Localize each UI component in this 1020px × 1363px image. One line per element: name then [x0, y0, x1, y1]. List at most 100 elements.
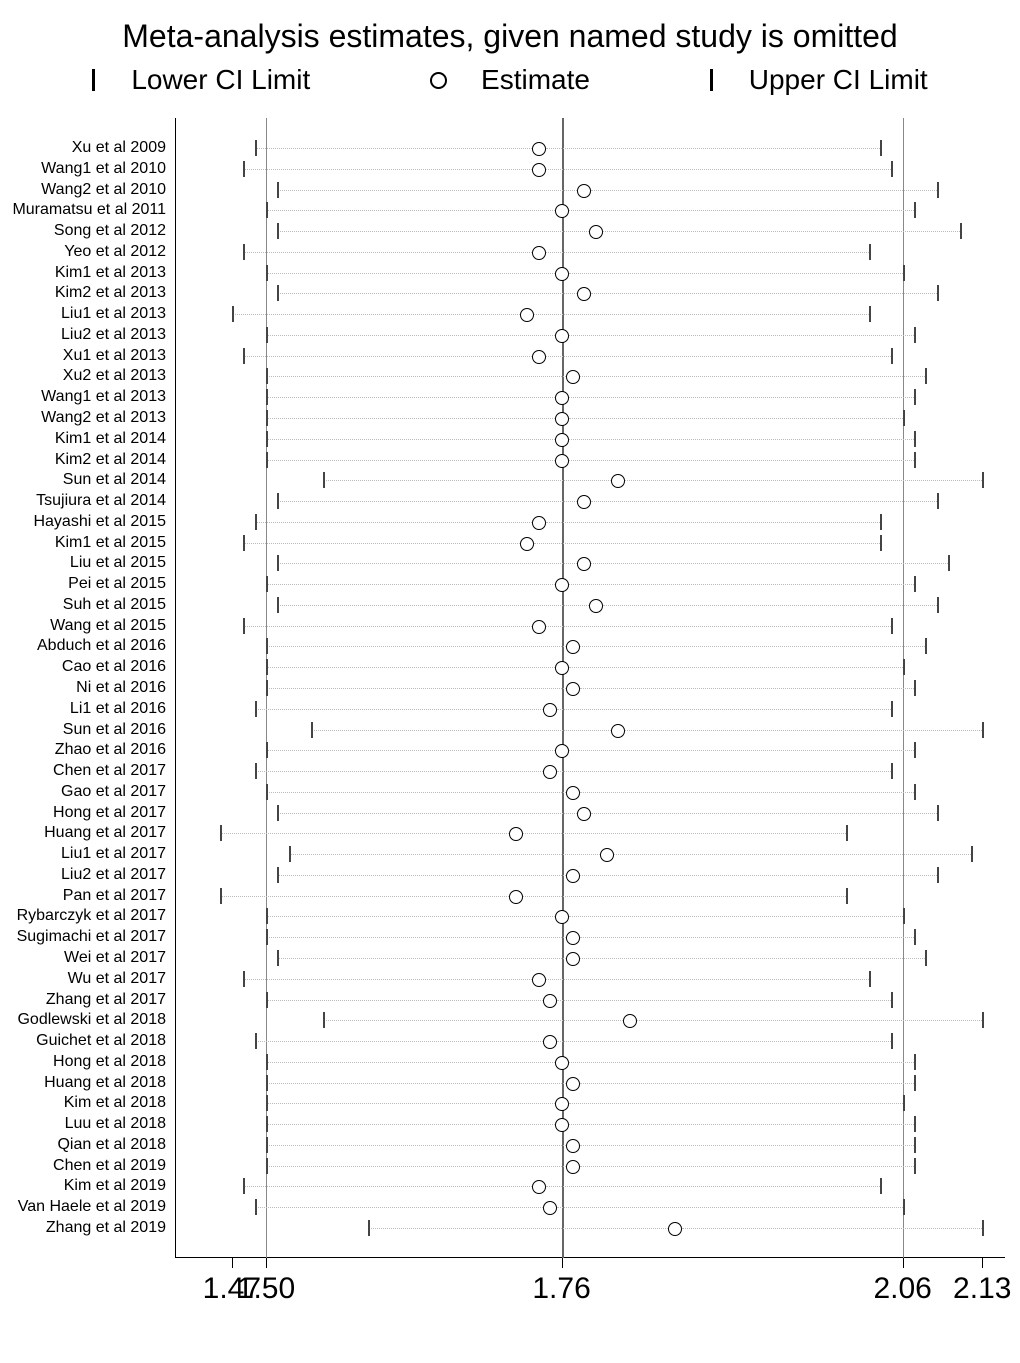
- estimate-marker: [543, 994, 557, 1008]
- upper-ci-tick: [869, 244, 871, 260]
- forest-row: [175, 501, 1005, 502]
- forest-row: [175, 376, 1005, 377]
- lower-ci-tick: [266, 1095, 268, 1111]
- ci-line: [289, 854, 600, 855]
- ci-line: [603, 231, 960, 232]
- lower-ci-tick: [232, 306, 234, 322]
- estimate-marker: [555, 391, 569, 405]
- lower-ci-tick: [277, 555, 279, 571]
- study-label: Liu et al 2015: [70, 555, 166, 571]
- upper-ci-tick: [937, 285, 939, 301]
- estimate-marker: [566, 1077, 580, 1091]
- ci-line: [534, 543, 879, 544]
- study-label: Wang2 et al 2013: [41, 410, 166, 426]
- lower-ci-tick: [266, 265, 268, 281]
- ci-line: [266, 1062, 555, 1063]
- ci-line: [277, 293, 577, 294]
- study-label: Pei et al 2015: [68, 576, 166, 592]
- estimate-marker: [555, 1056, 569, 1070]
- ci-line: [569, 584, 914, 585]
- lower-ci-tick: [243, 971, 245, 987]
- study-label: Wu et al 2017: [68, 971, 166, 987]
- forest-row: [175, 1186, 1005, 1187]
- ci-line: [557, 1207, 902, 1208]
- forest-row: [175, 1103, 1005, 1104]
- lower-ci-tick: [277, 805, 279, 821]
- estimate-marker: [532, 1180, 546, 1194]
- forest-row: [175, 210, 1005, 211]
- lower-ci-tick: [266, 742, 268, 758]
- upper-ci-tick: [914, 1075, 916, 1091]
- ci-line: [255, 522, 532, 523]
- ci-line: [580, 958, 925, 959]
- upper-ci-tick: [903, 410, 905, 426]
- estimate-marker: [555, 329, 569, 343]
- upper-ci-tick: [914, 389, 916, 405]
- ci-line: [277, 813, 577, 814]
- ci-line: [569, 397, 914, 398]
- forest-row: [175, 646, 1005, 647]
- study-label: Liu2 et al 2013: [61, 327, 166, 343]
- ci-line: [625, 730, 982, 731]
- forest-row: [175, 750, 1005, 751]
- study-label: Wang et al 2015: [50, 618, 166, 634]
- estimate-marker: [611, 474, 625, 488]
- ci-line: [311, 730, 611, 731]
- upper-ci-tick: [903, 659, 905, 675]
- lower-ci-tick: [255, 763, 257, 779]
- estimate-marker: [555, 1118, 569, 1132]
- study-label: Sugimachi et al 2017: [17, 929, 166, 945]
- forest-row: [175, 605, 1005, 606]
- forest-row: [175, 314, 1005, 315]
- ci-line: [266, 792, 566, 793]
- lower-ci-tick: [255, 1199, 257, 1215]
- ci-line: [255, 148, 532, 149]
- upper-ci-tick: [914, 784, 916, 800]
- lower-ci-tick: [266, 1158, 268, 1174]
- ci-line: [266, 1166, 566, 1167]
- ci-line: [277, 875, 566, 876]
- lower-ci-tick: [266, 327, 268, 343]
- lower-ci-tick: [266, 576, 268, 592]
- ci-line: [220, 833, 509, 834]
- forest-row: [175, 875, 1005, 876]
- upper-ci-tick: [891, 618, 893, 634]
- forest-row: [175, 626, 1005, 627]
- study-label: Wang1 et al 2010: [41, 161, 166, 177]
- ci-line: [255, 709, 544, 710]
- upper-ci-tick: [903, 265, 905, 281]
- upper-ci-tick: [903, 1095, 905, 1111]
- estimate-marker: [555, 578, 569, 592]
- forest-row: [175, 1228, 1005, 1229]
- lower-ci-tick: [323, 1012, 325, 1028]
- tick-icon: [92, 69, 95, 91]
- estimate-marker: [577, 495, 591, 509]
- estimate-marker: [520, 537, 534, 551]
- study-label: Cao et al 2016: [62, 659, 166, 675]
- ci-line: [277, 231, 588, 232]
- estimate-marker: [555, 910, 569, 924]
- upper-ci-tick: [971, 846, 973, 862]
- study-label: Huang et al 2018: [44, 1075, 166, 1091]
- upper-ci-tick: [914, 1054, 916, 1070]
- lower-ci-tick: [266, 680, 268, 696]
- estimate-marker: [611, 724, 625, 738]
- upper-ci-tick: [960, 223, 962, 239]
- estimate-marker: [566, 682, 580, 696]
- legend-estimate: Estimate: [402, 63, 618, 97]
- estimate-marker: [532, 350, 546, 364]
- forest-row: [175, 252, 1005, 253]
- upper-ci-tick: [914, 1116, 916, 1132]
- ci-line: [580, 688, 914, 689]
- upper-ci-tick: [982, 1220, 984, 1236]
- study-label: Sun et al 2016: [63, 722, 166, 738]
- x-tick: [562, 1258, 563, 1268]
- forest-row: [175, 1000, 1005, 1001]
- estimate-marker: [543, 765, 557, 779]
- forest-row: [175, 1041, 1005, 1042]
- study-label: Sun et al 2014: [63, 472, 166, 488]
- upper-ci-tick: [880, 535, 882, 551]
- lower-ci-tick: [277, 950, 279, 966]
- ci-line: [255, 1207, 544, 1208]
- legend-lower-label: Lower CI Limit: [131, 64, 310, 96]
